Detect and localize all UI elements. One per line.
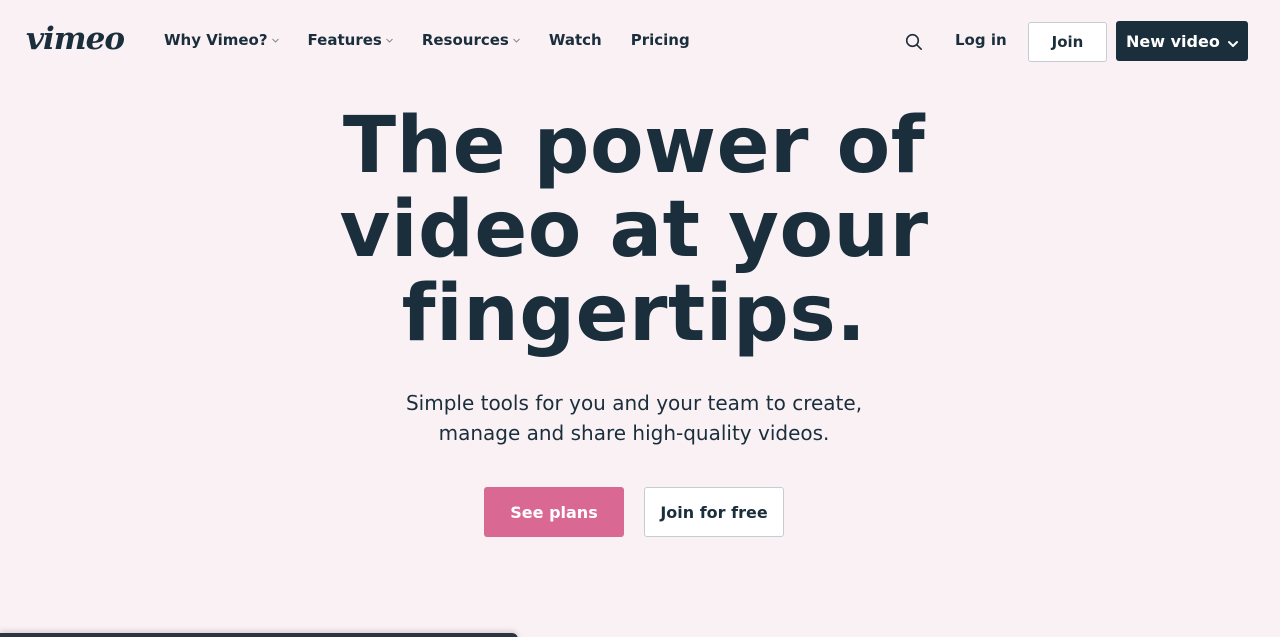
nav-item-resources[interactable]: Resources [422, 31, 520, 49]
nav-item-label: Features [307, 31, 382, 49]
join-button-label: Join [1051, 33, 1084, 51]
nav-item-label: Why Vimeo? [164, 31, 268, 49]
login-link[interactable]: Log in [955, 31, 1007, 49]
nav-item-watch[interactable]: Watch [549, 31, 602, 49]
nav-item-label: Resources [421, 31, 509, 49]
see-plans-label: See plans [510, 502, 598, 522]
hero-subtitle: Simple tools for you and your team to cr… [0, 388, 1268, 448]
nav-item-features[interactable]: Features [308, 31, 393, 49]
hero-title: The power of video at your fingertips. [0, 104, 1268, 356]
new-video-label: New video [1126, 31, 1220, 51]
join-for-free-label: Join for free [660, 502, 768, 522]
nav-item-why-vimeo[interactable]: Why Vimeo? [164, 31, 279, 49]
hero-title-line: video at your [339, 185, 929, 275]
search-icon[interactable] [905, 33, 923, 51]
chevron-down-icon [1227, 35, 1239, 47]
join-button[interactable]: Join [1028, 22, 1107, 62]
vimeo-logo[interactable]: vimeo [26, 22, 125, 56]
hero-title-line: fingertips. [401, 269, 867, 359]
hero-subtitle-line: manage and share high-quality videos. [438, 421, 830, 445]
nav-item-label: Watch [548, 31, 602, 49]
chevron-down-icon [271, 37, 279, 44]
hero-subtitle-line: Simple tools for you and your team to cr… [405, 391, 863, 415]
nav-item-label: Pricing [630, 31, 690, 49]
nav-item-pricing[interactable]: Pricing [631, 31, 690, 49]
chevron-down-icon [513, 37, 520, 44]
chevron-down-icon [385, 37, 393, 44]
hero-title-line: The power of [342, 101, 926, 191]
main-nav: Why Vimeo? Features Resources Watch Pric… [164, 30, 719, 50]
page: vimeo Why Vimeo? Features Resources Watc… [0, 0, 1280, 637]
new-video-button[interactable]: New video [1116, 21, 1248, 61]
see-plans-button[interactable]: See plans [484, 487, 624, 537]
join-for-free-button[interactable]: Join for free [644, 487, 784, 537]
video-preview-edge [0, 633, 518, 637]
top-nav-bar: vimeo Why Vimeo? Features Resources Watc… [0, 0, 1280, 80]
